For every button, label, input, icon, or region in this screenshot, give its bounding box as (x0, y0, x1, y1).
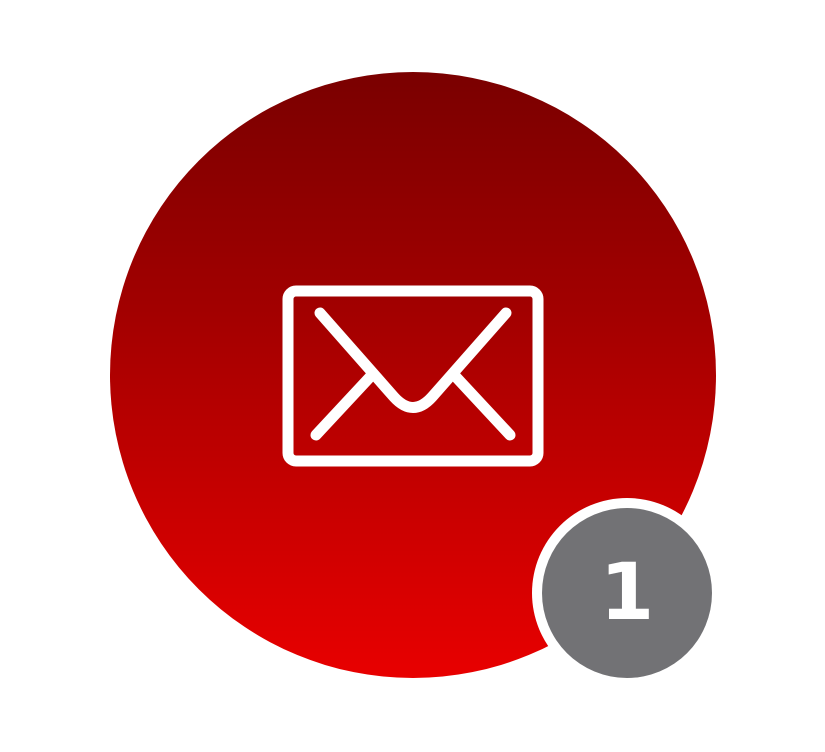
envelope-icon (282, 285, 544, 467)
mail-notification-widget: 1 (0, 0, 825, 752)
badge-circle: 1 (542, 508, 712, 678)
notification-badge: 1 (532, 498, 722, 688)
badge-count: 1 (599, 548, 655, 638)
